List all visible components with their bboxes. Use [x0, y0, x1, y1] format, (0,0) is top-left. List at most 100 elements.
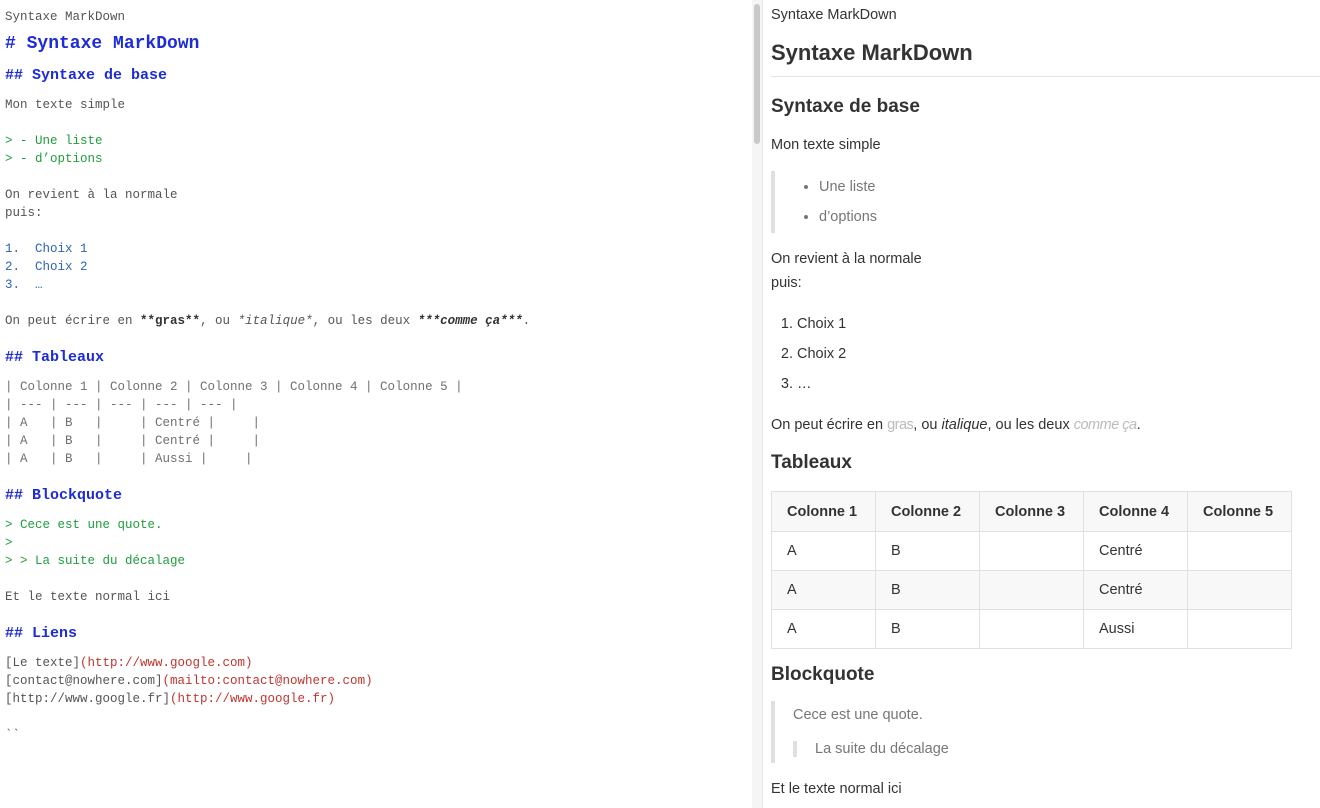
- table-cell: [1187, 570, 1292, 610]
- table-header-row: Colonne 1 Colonne 2 Colonne 3 Colonne 4 …: [771, 491, 1292, 532]
- editor-table-line: | --- | --- | --- | --- | --- |: [5, 398, 238, 412]
- emph-bold: gras: [887, 417, 914, 433]
- list-item: d’options: [819, 202, 1320, 232]
- table-cell: B: [875, 570, 980, 610]
- pane-divider[interactable]: [762, 0, 763, 808]
- emph-end: .: [522, 314, 531, 328]
- editor-normal-here: Et le texte normal ici: [5, 590, 171, 604]
- preview-table: Colonne 1 Colonne 2 Colonne 3 Colonne 4 …: [771, 491, 1292, 649]
- editor-puis: puis:: [5, 206, 43, 220]
- preview-ordered-list: Choix 1 Choix 2 …: [771, 309, 1320, 399]
- editor-bq-3: > > La suite du décalage: [5, 554, 186, 568]
- table-cell: B: [875, 609, 980, 649]
- editor-table-line: | A | B | | Aussi | |: [5, 452, 253, 466]
- emph-end: .: [1136, 417, 1141, 433]
- editor-quote-list-1: > - Une liste: [5, 134, 103, 148]
- emph-both: comme ça: [1073, 417, 1137, 433]
- editor-ol-3: 3. …: [5, 278, 43, 292]
- editor-table-line: | A | B | | Centré | |: [5, 416, 261, 430]
- list-item: …: [797, 369, 1320, 399]
- editor-simple-text: Mon texte simple: [5, 98, 126, 112]
- link-text: [contact@nowhere.com]: [5, 674, 163, 688]
- link-url: (http://www.google.com): [80, 656, 253, 670]
- editor-emphasis-line: On peut écrire en **gras**, ou *italique…: [5, 312, 752, 330]
- table-header-cell: Colonne 2: [875, 491, 980, 532]
- editor-link-line: [Le texte](http://www.google.com): [5, 654, 752, 672]
- link-text: [Le texte]: [5, 656, 81, 670]
- preview-puis: puis:: [771, 275, 802, 291]
- preview-blockquote: Cece est une quote. La suite du décalage: [771, 701, 1320, 763]
- table-cell: [1187, 609, 1292, 649]
- table-cell: A: [771, 531, 876, 571]
- list-item: Choix 1: [797, 309, 1320, 339]
- markdown-editor-app: Syntaxe MarkDown # Syntaxe MarkDown ## S…: [0, 0, 1320, 808]
- emph-mid1: , ou: [200, 314, 238, 328]
- preview-back-normal: On revient à la normale: [771, 251, 922, 267]
- blockquote-text: Cece est une quote.: [793, 707, 923, 723]
- table-cell: [979, 609, 1084, 649]
- emph-both: ***comme ça***: [417, 314, 523, 328]
- table-row: A B Aussi: [771, 609, 1292, 649]
- table-row: A B Centré: [771, 531, 1292, 571]
- table-cell: [979, 531, 1084, 571]
- table-cell: [979, 570, 1084, 610]
- emph-mid2: , ou les deux: [987, 417, 1074, 433]
- preview-h1: Syntaxe MarkDown: [771, 40, 1320, 77]
- preview-h2-base: Syntaxe de base: [771, 96, 920, 117]
- link-url: (mailto:contact@nowhere.com): [162, 674, 373, 688]
- link-url: (http://www.google.fr): [170, 692, 336, 706]
- editor-ol-2: 2. Choix 2: [5, 260, 88, 274]
- source-editor[interactable]: Syntaxe MarkDown # Syntaxe MarkDown ## S…: [0, 0, 752, 808]
- editor-table-line: | Colonne 1 | Colonne 2 | Colonne 3 | Co…: [5, 380, 463, 394]
- list-item: Une liste: [819, 172, 1320, 202]
- preview-doc-title: Syntaxe MarkDown: [771, 7, 897, 23]
- editor-h2-links: ## Liens: [5, 625, 78, 642]
- table-cell: A: [771, 570, 876, 610]
- editor-back-normal: On revient à la normale: [5, 188, 178, 202]
- nested-blockquote-text: La suite du décalage: [815, 741, 949, 757]
- table-header-cell: Colonne 4: [1083, 491, 1188, 532]
- emph-mid2: , ou les deux: [312, 314, 418, 328]
- editor-bq-1: > Cece est une quote.: [5, 518, 163, 532]
- preview-normal-here: Et le texte normal ici: [771, 781, 902, 797]
- emph-mid1: , ou: [913, 417, 942, 433]
- preview-simple-text: Mon texte simple: [771, 137, 881, 153]
- emph-prefix: On peut écrire en: [771, 417, 888, 433]
- editor-h1: # Syntaxe MarkDown: [5, 34, 200, 54]
- editor-h2-base: ## Syntaxe de base: [5, 67, 168, 84]
- editor-ol-1: 1. Choix 1: [5, 242, 88, 256]
- editor-doc-title: Syntaxe MarkDown: [5, 10, 126, 24]
- editor-scrollbar[interactable]: [752, 0, 762, 808]
- table-cell: Centré: [1083, 570, 1188, 610]
- nested-blockquote: La suite du décalage: [793, 741, 1320, 757]
- emph-italic: *italique*: [237, 314, 313, 328]
- editor-link-line: [http://www.google.fr](http://www.google…: [5, 690, 752, 708]
- table-cell: A: [771, 609, 876, 649]
- editor-table-line: | A | B | | Centré | |: [5, 434, 261, 448]
- markdown-preview: Syntaxe MarkDown Syntaxe MarkDown Syntax…: [771, 0, 1320, 808]
- preview-quote-list: Une liste d’options: [771, 171, 1320, 233]
- list-item: Choix 2: [797, 339, 1320, 369]
- editor-link-line: [contact@nowhere.com](mailto:contact@now…: [5, 672, 752, 690]
- table-cell: Aussi: [1083, 609, 1188, 649]
- editor-h2-tables: ## Tableaux: [5, 349, 105, 366]
- table-header-cell: Colonne 3: [979, 491, 1084, 532]
- table-row: A B Centré: [771, 570, 1292, 610]
- editor-partial-line: ``: [5, 728, 21, 742]
- editor-quote-list-2: > - d’options: [5, 152, 103, 166]
- table-header-cell: Colonne 1: [771, 491, 876, 532]
- preview-h2-tables: Tableaux: [771, 452, 852, 473]
- editor-h2-blockquote: ## Blockquote: [5, 487, 123, 504]
- emph-bold: **gras**: [140, 314, 201, 328]
- editor-scrollbar-thumb[interactable]: [754, 4, 760, 144]
- preview-emphasis-line: On peut écrire en gras, ou italique, ou …: [771, 413, 1320, 437]
- table-cell: Centré: [1083, 531, 1188, 571]
- link-text: [http://www.google.fr]: [5, 692, 171, 706]
- table-header-cell: Colonne 5: [1187, 491, 1292, 532]
- table-cell: B: [875, 531, 980, 571]
- preview-h2-blockquote: Blockquote: [771, 664, 875, 685]
- editor-bq-2: >: [5, 536, 13, 550]
- emph-italic: italique: [941, 417, 988, 433]
- emph-prefix: On peut écrire en: [5, 314, 141, 328]
- table-cell: [1187, 531, 1292, 571]
